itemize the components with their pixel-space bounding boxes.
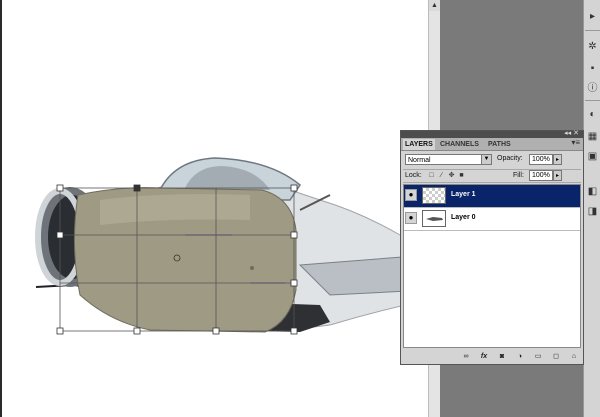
tab-layers[interactable]: LAYERS bbox=[403, 139, 435, 150]
fill-label: Fill: bbox=[513, 172, 524, 179]
info-icon[interactable]: ⓘ bbox=[586, 82, 599, 95]
channels-dock-icon[interactable]: ◨ bbox=[586, 205, 599, 218]
layer-name: Layer 0 bbox=[451, 214, 476, 221]
swatches-icon[interactable]: ▦ bbox=[586, 130, 599, 143]
fill-field[interactable]: 100% bbox=[529, 170, 553, 181]
layer-name: Layer 1 bbox=[451, 191, 476, 198]
eye-icon[interactable]: ● bbox=[405, 212, 417, 224]
link-icon[interactable]: ∞ bbox=[461, 352, 471, 361]
lock-transparent-icon[interactable]: □ bbox=[428, 172, 435, 179]
layer-thumbnail bbox=[422, 210, 446, 227]
navigator-icon[interactable]: ▪ bbox=[586, 62, 599, 75]
scroll-up-icon[interactable]: ▲ bbox=[429, 0, 440, 11]
plane-thumbnail-icon bbox=[426, 217, 443, 221]
layers-dock-icon[interactable]: ◧ bbox=[586, 185, 599, 198]
panel-tabs: LAYERS CHANNELS PATHS ▾≡ bbox=[401, 138, 583, 151]
dock-separator bbox=[585, 30, 600, 31]
opacity-slider-icon[interactable]: ▸ bbox=[553, 154, 562, 165]
aircraft-image bbox=[35, 157, 428, 335]
brush-presets-icon[interactable]: ✲ bbox=[586, 40, 599, 53]
blend-mode-select[interactable]: Normal ▼ bbox=[405, 154, 492, 165]
panel-titlebar[interactable]: ◂◂ ✕ bbox=[401, 129, 583, 138]
lock-position-icon[interactable]: ✥ bbox=[448, 172, 455, 179]
layer-row[interactable]: ● Layer 0 bbox=[404, 208, 580, 231]
panel-menu-icon[interactable]: ▾≡ bbox=[571, 138, 580, 147]
opacity-field[interactable]: 100% bbox=[529, 154, 553, 165]
lock-all-icon[interactable]: ■ bbox=[458, 172, 465, 179]
fill-slider-icon[interactable]: ▸ bbox=[553, 170, 562, 181]
layer-row[interactable]: ● Layer 1 bbox=[404, 185, 580, 208]
mask-icon[interactable]: ◙ bbox=[497, 352, 507, 361]
chevron-down-icon[interactable]: ▼ bbox=[481, 155, 491, 164]
tab-paths[interactable]: PATHS bbox=[486, 139, 513, 150]
group-icon[interactable]: ▭ bbox=[533, 352, 543, 361]
styles-icon[interactable]: ▣ bbox=[586, 150, 599, 163]
color-icon[interactable]: ◐ bbox=[586, 108, 599, 121]
tab-channels[interactable]: CHANNELS bbox=[438, 139, 481, 150]
layer-thumbnail bbox=[422, 187, 446, 204]
lock-label: Lock: bbox=[405, 172, 422, 179]
layers-panel: ◂◂ ✕ LAYERS CHANNELS PATHS ▾≡ Normal ▼ O… bbox=[400, 130, 584, 365]
document-canvas[interactable] bbox=[0, 0, 428, 417]
lock-brush-icon[interactable]: ∕ bbox=[438, 172, 445, 179]
adjustment-icon[interactable]: ◑ bbox=[515, 352, 525, 361]
trash-icon[interactable]: ⌂ bbox=[569, 352, 579, 361]
blend-mode-value: Normal bbox=[408, 157, 431, 164]
layers-list: ● Layer 1 ● Layer 0 bbox=[403, 184, 581, 348]
panel-collapse-close-controls[interactable]: ◂◂ ✕ bbox=[564, 129, 579, 137]
fx-icon[interactable]: fx bbox=[479, 352, 489, 361]
panel-separator bbox=[403, 182, 581, 183]
opacity-label: Opacity: bbox=[497, 155, 523, 162]
layers-panel-footer: ∞ fx ◙ ◑ ▭ ◻ ⌂ bbox=[401, 349, 583, 364]
panel-dock-strip: ▸ ✲ ▪ ⓘ ◐ ▦ ▣ ◧ ◨ bbox=[583, 0, 600, 417]
new-layer-icon[interactable]: ◻ bbox=[551, 352, 561, 361]
dock-separator bbox=[585, 100, 600, 101]
history-icon[interactable]: ▸ bbox=[586, 10, 599, 23]
eye-icon[interactable]: ● bbox=[405, 189, 417, 201]
